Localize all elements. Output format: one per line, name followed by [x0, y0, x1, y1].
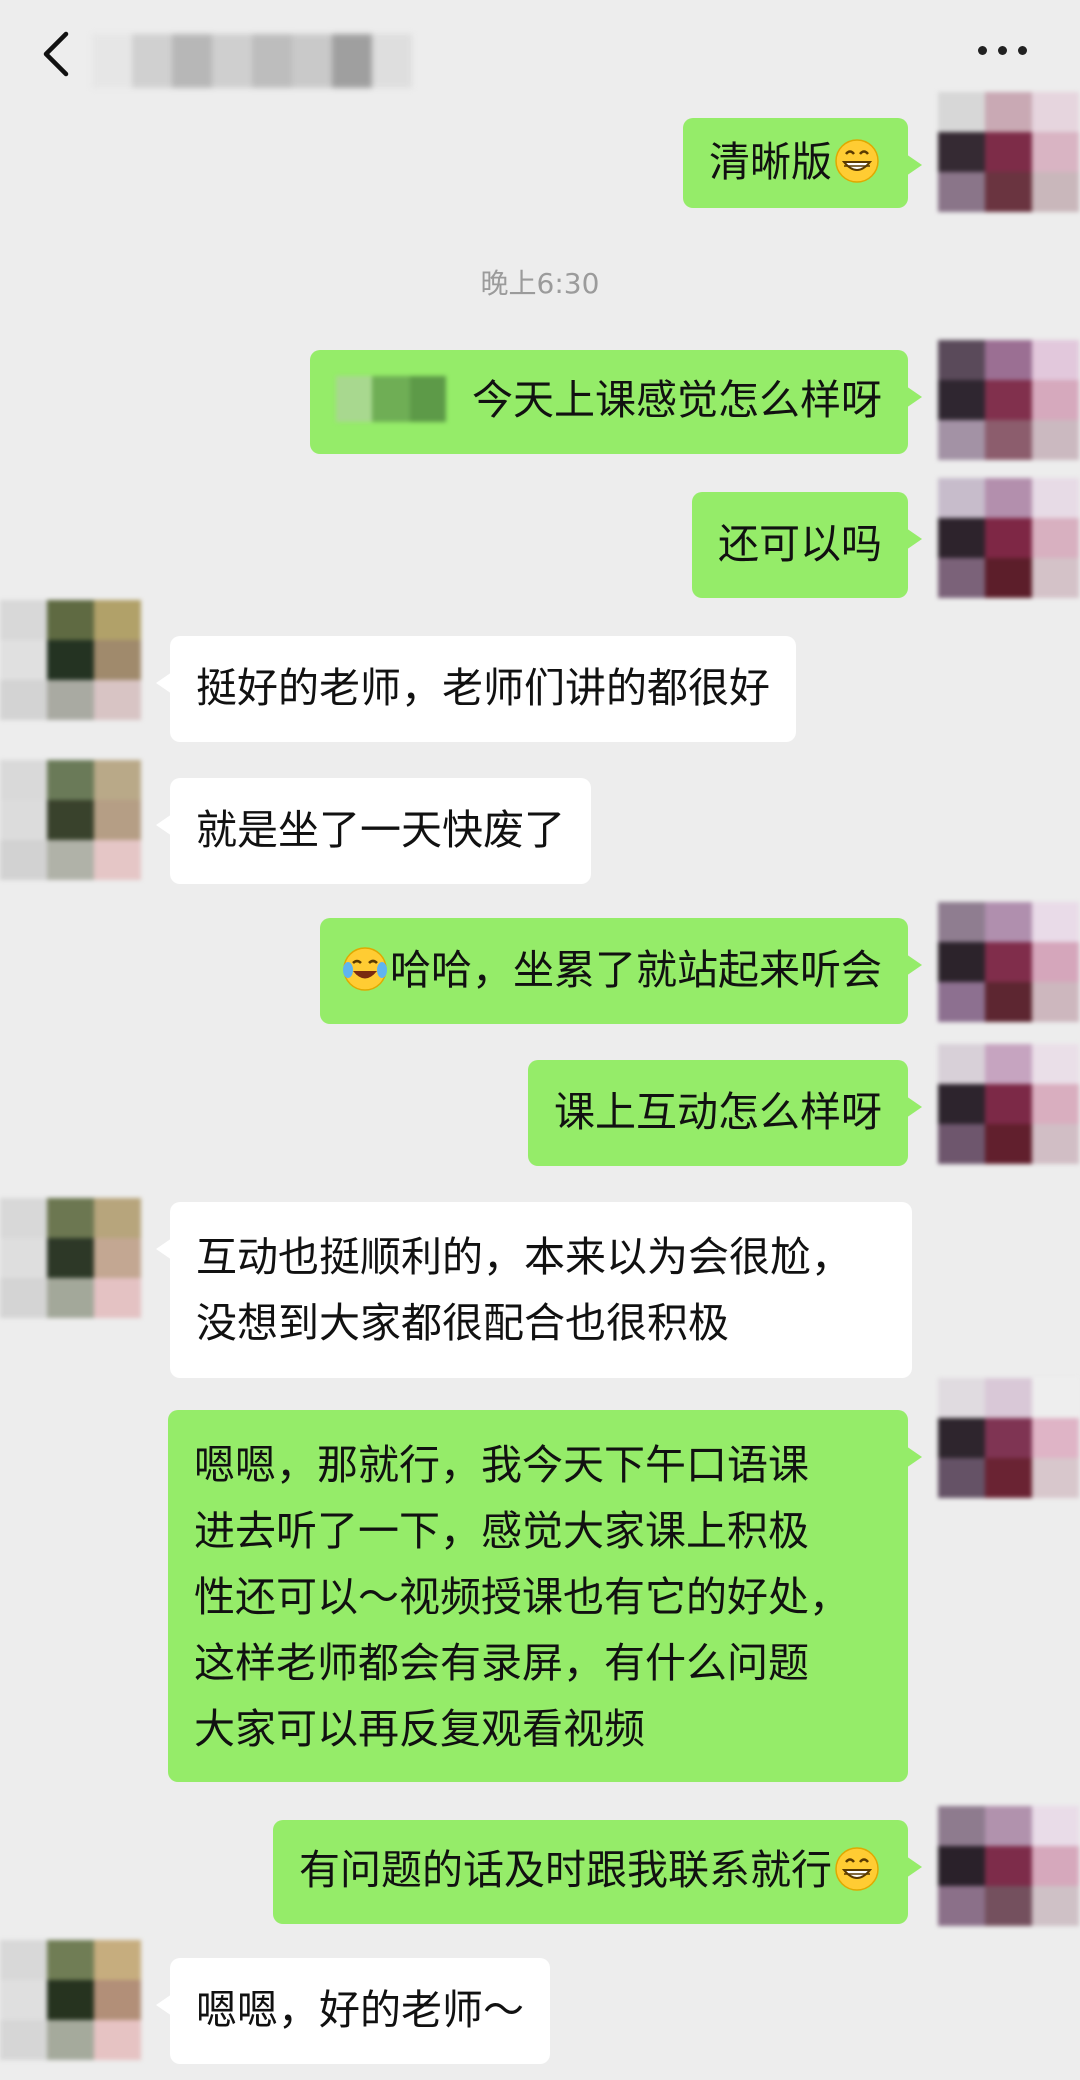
more-options-icon[interactable]	[978, 44, 1028, 58]
my-avatar[interactable]	[938, 902, 1080, 1022]
chat-header	[0, 0, 1080, 112]
contact-avatar[interactable]	[0, 600, 142, 720]
message-bubble-outgoing[interactable]: 课上互动怎么样呀	[528, 1060, 922, 1166]
contact-avatar[interactable]	[0, 760, 142, 880]
back-arrow-icon[interactable]	[34, 28, 86, 80]
message-bubble-incoming[interactable]: 就是坐了一天快废了	[156, 778, 591, 884]
message-line: 没想到大家都很配合也很积极	[196, 1299, 729, 1347]
message-bubble-incoming[interactable]: 嗯嗯，好的老师～	[156, 1958, 550, 2064]
message-bubble-outgoing[interactable]: 有问题的话及时跟我联系就行	[273, 1820, 922, 1924]
message-bubble-outgoing[interactable]: 还可以吗	[692, 492, 922, 598]
my-avatar[interactable]	[938, 340, 1080, 460]
message-text: 课上互动怎么样呀	[554, 1088, 882, 1136]
message-line: 大家可以再反复观看视频	[194, 1705, 645, 1753]
time-divider: 晚上6:30	[480, 267, 600, 300]
my-avatar[interactable]	[938, 1378, 1080, 1498]
contact-avatar[interactable]	[0, 1198, 142, 1318]
my-avatar[interactable]	[938, 1044, 1080, 1164]
message-text: 哈哈，坐累了就站起来听会	[390, 946, 882, 994]
message-text: 就是坐了一天快废了	[196, 806, 565, 854]
my-avatar[interactable]	[938, 478, 1080, 598]
message-line: 这样老师都会有录屏，有什么问题	[194, 1639, 809, 1687]
message-text: 嗯嗯，好的老师～	[196, 1986, 524, 2034]
my-avatar[interactable]	[938, 1806, 1080, 1926]
message-bubble-outgoing[interactable]: 今天上课感觉怎么样呀	[310, 350, 922, 454]
message-line: 互动也挺顺利的，本来以为会很尬，	[196, 1233, 852, 1281]
grin-emoji-icon	[835, 139, 879, 183]
message-text: 清晰版	[709, 138, 832, 186]
message-bubble-incoming[interactable]: 互动也挺顺利的，本来以为会很尬， 没想到大家都很配合也很积极	[156, 1202, 912, 1378]
message-text: 挺好的老师，老师们讲的都很好	[196, 664, 770, 712]
message-bubble-outgoing[interactable]: 清晰版	[683, 118, 922, 208]
contact-avatar[interactable]	[0, 1940, 142, 2060]
laugh-cry-emoji-icon	[343, 947, 387, 991]
blurred-name	[336, 376, 446, 422]
message-text: 还可以吗	[718, 520, 882, 568]
grin-emoji-icon	[835, 1847, 879, 1891]
message-text: 有问题的话及时跟我联系就行	[299, 1846, 832, 1894]
message-line: 进去听了一下，感觉大家课上积极	[194, 1507, 809, 1555]
blurred-contact-name	[92, 22, 430, 100]
message-bubble-outgoing[interactable]: 嗯嗯，那就行，我今天下午口语课 进去听了一下，感觉大家课上积极 性还可以～视频授…	[168, 1410, 922, 1782]
message-line: 嗯嗯，那就行，我今天下午口语课	[194, 1441, 809, 1489]
message-line: 性还可以～视频授课也有它的好处，	[194, 1573, 850, 1621]
my-avatar[interactable]	[938, 92, 1080, 212]
message-text: 今天上课感觉怎么样呀	[472, 376, 882, 424]
message-bubble-incoming[interactable]: 挺好的老师，老师们讲的都很好	[156, 636, 796, 742]
message-bubble-outgoing[interactable]: 哈哈，坐累了就站起来听会	[320, 918, 922, 1024]
